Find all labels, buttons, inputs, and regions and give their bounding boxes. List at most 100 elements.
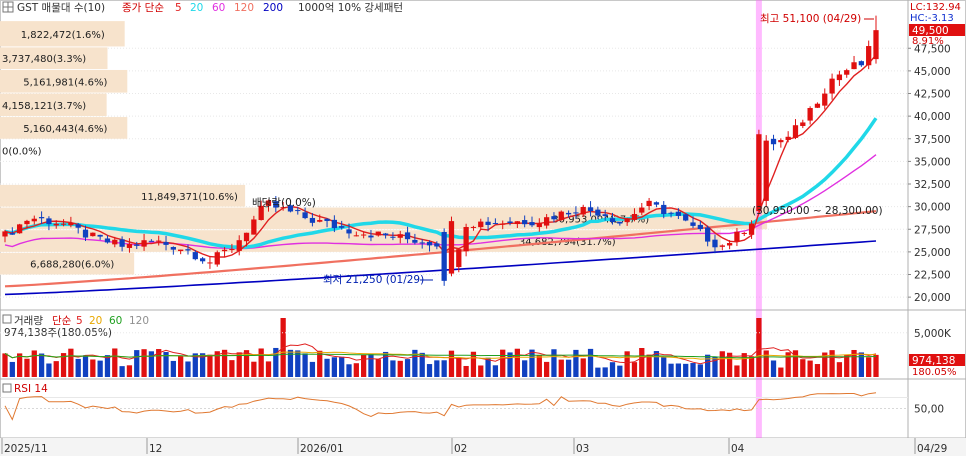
candle-body: [397, 234, 403, 238]
candle-body: [741, 232, 747, 234]
candle-body: [192, 252, 198, 260]
volume-bar: [346, 364, 352, 377]
candle-body: [448, 221, 455, 274]
ma-period-label: 60: [212, 2, 225, 14]
price-tick-label: 42,500: [914, 89, 951, 101]
volume-bar: [770, 360, 777, 377]
volume-bar: [97, 360, 103, 377]
candle-body: [156, 240, 162, 242]
candle-body: [624, 218, 630, 223]
candle-body: [38, 217, 45, 219]
candle-body: [595, 209, 601, 216]
volume-bar: [624, 351, 630, 377]
price-tick-label: 22,500: [914, 270, 951, 282]
hc-label: HC:-3.13: [910, 13, 954, 24]
volume-bar: [580, 358, 586, 377]
x-tick-label: 04: [731, 443, 745, 455]
ma-period-label: 120: [234, 2, 254, 14]
candle-body: [492, 223, 499, 225]
candle-body: [390, 236, 396, 238]
volume-bar: [339, 356, 345, 377]
candle-body: [844, 70, 850, 75]
volume-bar: [741, 353, 747, 377]
x-axis-band: [0, 438, 966, 456]
volume-bar: [697, 364, 703, 377]
candle-body: [68, 222, 74, 226]
volume-bar: [836, 362, 843, 377]
candle-body: [382, 233, 389, 236]
volume-ma-period: 5: [76, 315, 83, 327]
candle-body: [60, 223, 67, 225]
volume-bar: [331, 357, 338, 377]
candle-body: [551, 216, 557, 220]
candle-body: [705, 227, 711, 242]
change-label: 8.91%: [912, 36, 944, 47]
candle-body: [24, 220, 30, 225]
candle-body: [2, 231, 8, 237]
volume-bar: [565, 359, 572, 377]
indicator-title: GST 매물대 수(10): [17, 2, 105, 14]
volume-bar: [75, 358, 81, 377]
volume-bar: [800, 359, 806, 377]
candle-body: [580, 206, 586, 215]
candle-body: [46, 218, 52, 225]
volume-ma-period: 120: [129, 315, 149, 327]
candle-body: [712, 239, 718, 248]
candle-body: [170, 247, 176, 250]
candle-body: [485, 221, 491, 225]
volume-bar: [536, 355, 542, 377]
volume-bar: [683, 363, 689, 377]
price-header: GST 매물대 수(10) 종가 단순 5 20 60 120 200 1000억 10% 강…: [2, 1, 403, 14]
candle-body: [419, 242, 425, 244]
candle-body: [675, 211, 682, 216]
candle-body: [726, 243, 733, 246]
chart-canvas[interactable]: 1,822,472(1.6%) 3,737,480(3.3%) 5,161,981(…: [0, 0, 966, 456]
candle-body: [734, 231, 740, 242]
x-tick-label: 12: [149, 443, 162, 455]
volume-profile-label: 5,161,981(4.6%): [23, 77, 107, 88]
volume-profile-label: 5,160,443(4.6%): [23, 124, 107, 135]
volume-bar: [522, 360, 528, 377]
volume-bar: [390, 360, 396, 377]
candle-body: [617, 221, 623, 224]
candle-body: [243, 232, 250, 242]
price-tick-label: 20,000: [914, 292, 951, 304]
volume-bar: [639, 348, 645, 377]
volume-bar: [507, 352, 513, 377]
candle-body: [302, 212, 308, 219]
volume-value-label: 974,138주(180.05%): [4, 327, 112, 339]
candle-body: [53, 223, 59, 226]
candle-body: [163, 242, 169, 245]
candle-body: [353, 235, 359, 237]
volume-bar: [82, 355, 89, 377]
pattern-label: 1000억 10% 강세패턴: [298, 2, 403, 14]
candle-body: [587, 207, 594, 212]
volume-ma-period: 60: [109, 315, 122, 327]
volume-bar: [229, 360, 235, 377]
x-tick-label: 02: [454, 443, 467, 455]
volume-bar: [38, 353, 45, 377]
volume-bar: [595, 367, 601, 377]
candle-body: [185, 249, 191, 251]
candle-body: [441, 231, 447, 281]
candle-body: [800, 122, 806, 126]
candle-body: [324, 218, 330, 222]
rsi-tick-label: 50,00: [914, 404, 944, 416]
volume-bar: [382, 351, 389, 377]
candle-body: [251, 219, 257, 235]
candle-body: [178, 249, 184, 252]
candle-body: [763, 140, 769, 201]
price-tick-label: 35,000: [914, 156, 951, 168]
candle-body: [573, 212, 579, 214]
volume-bar: [178, 355, 184, 377]
volume-bar: [690, 363, 696, 377]
volume-bar: [221, 349, 228, 377]
volume-bar: [631, 362, 638, 377]
price-tick-label: 45,000: [914, 66, 951, 78]
volume-bar: [309, 361, 316, 377]
volume-bar: [361, 354, 367, 377]
candle-body: [543, 217, 550, 226]
volume-bar: [456, 357, 462, 377]
candle-body: [229, 249, 235, 251]
x-tick-label: 03: [576, 443, 589, 455]
